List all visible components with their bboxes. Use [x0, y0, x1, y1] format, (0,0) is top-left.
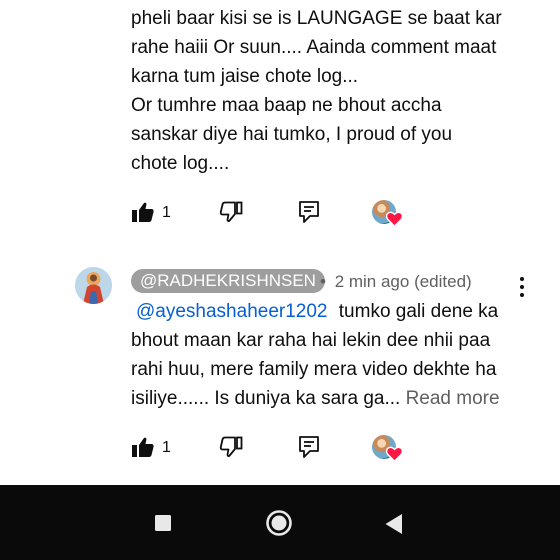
comment-meta: • 2 min ago (edited) [320, 270, 472, 294]
system-navigation-bar [0, 485, 560, 560]
back-button[interactable] [384, 513, 404, 535]
thumbs-up-filled-icon [132, 437, 154, 457]
comment-line: sanskar diye hai tumko, I proud of you [131, 124, 453, 145]
comment-timestamp: 2 min ago (edited) [334, 272, 472, 291]
heart-icon [386, 446, 403, 462]
creator-heart [372, 435, 404, 463]
meta-separator: • [320, 272, 326, 291]
comment-line-text: isiliye...... Is duniya ka sara ga... [131, 388, 401, 409]
comment-line: rahe haiii Or suun.... Aainda comment ma… [131, 37, 497, 58]
recents-button[interactable] [154, 514, 172, 532]
comment-line: chote log.... [131, 153, 230, 174]
thumbs-down-outline-icon [219, 436, 243, 457]
like-button[interactable] [131, 436, 155, 458]
heart-icon [386, 211, 403, 227]
square-icon [155, 515, 171, 531]
comment-line-text: tumko gali dene ka [338, 301, 499, 322]
creator-heart [372, 200, 404, 228]
more-vertical-icon [520, 277, 524, 297]
comment-2-text: @ayeshashaheer1202 tumko gali dene ka bh… [131, 297, 500, 413]
comment-line: karna tum jaise chote log... [131, 66, 359, 87]
comment-last-line: isiliye...... Is duniya ka sara ga... Re… [131, 384, 500, 413]
circle-icon [266, 510, 292, 536]
like-button[interactable] [131, 201, 155, 223]
more-options-button[interactable] [512, 276, 532, 298]
comment-first-line: @ayeshashaheer1202 tumko gali dene ka [131, 297, 500, 326]
dislike-button[interactable] [219, 436, 243, 458]
reply-comment-icon [299, 201, 319, 223]
channel-handle-chip[interactable]: @RADHEKRISHNSEN [131, 269, 325, 293]
thumbs-up-filled-icon [132, 202, 154, 222]
like-count: 1 [162, 439, 171, 456]
comment-line: bhout maan kar raha hai lekin dee nhii p… [131, 330, 491, 351]
comment-1-text: pheli baar kisi se is LAUNGAGE se baat k… [131, 4, 502, 178]
comment-line: Or tumhre maa baap ne bhout accha [131, 95, 442, 116]
comment-line: rahi huu, mere family mera video dekhte … [131, 359, 497, 380]
comment-line: pheli baar kisi se is LAUNGAGE se baat k… [131, 8, 502, 29]
triangle-back-icon [385, 514, 402, 534]
reply-button[interactable] [298, 435, 320, 459]
reply-comment-icon [299, 436, 319, 458]
thumbs-down-outline-icon [219, 201, 243, 222]
reply-button[interactable] [298, 200, 320, 224]
avatar-image [75, 267, 112, 304]
avatar[interactable] [75, 267, 112, 304]
like-count: 1 [162, 204, 171, 221]
home-button[interactable] [265, 509, 293, 537]
dislike-button[interactable] [219, 201, 243, 223]
mention-link[interactable]: @ayeshashaheer1202 [136, 301, 327, 322]
read-more-link[interactable]: Read more [406, 388, 500, 409]
